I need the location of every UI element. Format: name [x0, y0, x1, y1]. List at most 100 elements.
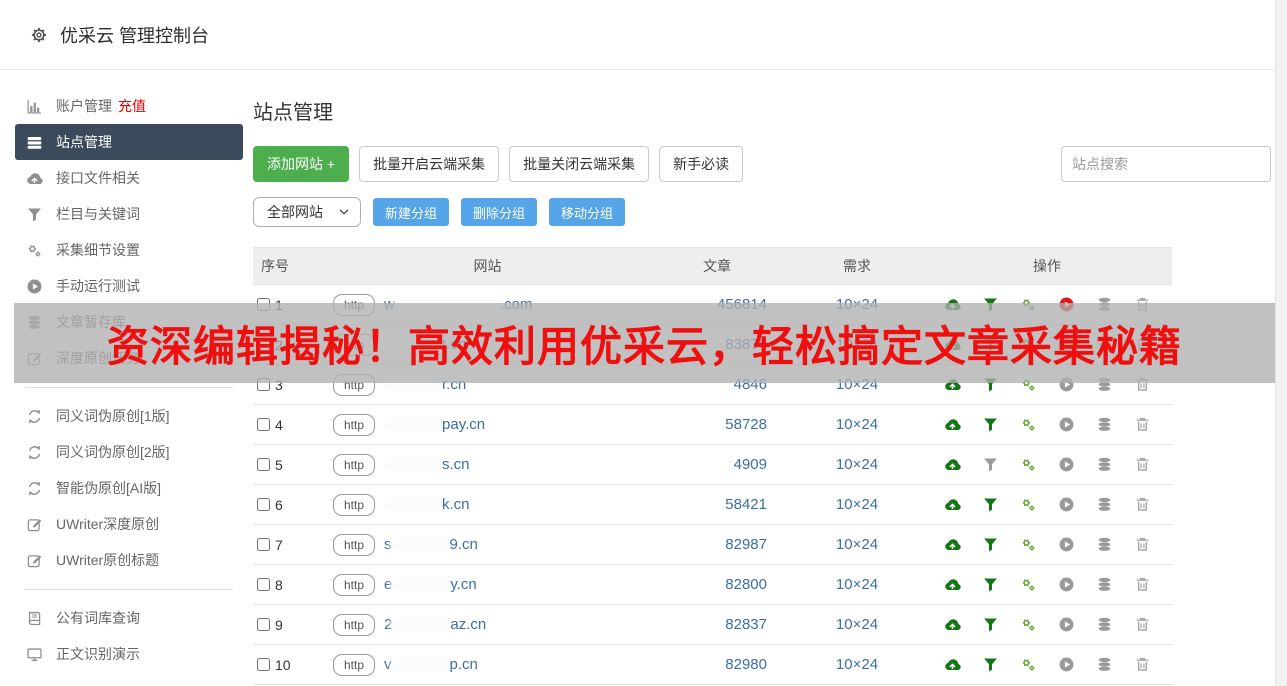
- filter-action-icon[interactable]: [982, 576, 999, 593]
- cloud-upload-action-icon[interactable]: [944, 616, 961, 633]
- run-action-icon[interactable]: [1058, 456, 1075, 473]
- database-action-icon[interactable]: [1096, 416, 1113, 433]
- database-action-icon[interactable]: [1096, 456, 1113, 473]
- table-row: 6 http k.cn 58421 10×24: [253, 485, 1172, 525]
- censored-blur: [384, 497, 442, 512]
- delete-action-icon[interactable]: [1134, 496, 1151, 513]
- site-domain-link[interactable]: s9.cn: [384, 536, 478, 553]
- move-group-button[interactable]: 移动分组: [549, 198, 625, 226]
- http-badge[interactable]: http: [333, 494, 375, 516]
- settings-action-icon[interactable]: [1020, 656, 1037, 673]
- book-icon: [26, 610, 43, 627]
- cloud-upload-action-icon[interactable]: [944, 496, 961, 513]
- cloud-upload-action-icon[interactable]: [944, 416, 961, 433]
- database-action-icon[interactable]: [1096, 576, 1113, 593]
- row-checkbox[interactable]: [257, 618, 270, 631]
- row-checkbox[interactable]: [257, 458, 270, 471]
- add-site-button[interactable]: 添加网站 +: [253, 146, 349, 182]
- http-badge[interactable]: http: [333, 534, 375, 556]
- delete-action-icon[interactable]: [1134, 416, 1151, 433]
- run-action-icon[interactable]: [1058, 576, 1075, 593]
- sidebar-item-site-management[interactable]: 站点管理: [15, 124, 243, 160]
- cloud-upload-action-icon[interactable]: [944, 456, 961, 473]
- site-domain-link[interactable]: 2az.cn: [384, 616, 486, 633]
- row-checkbox[interactable]: [257, 418, 270, 431]
- page-scroll-gutter[interactable]: [1275, 0, 1287, 686]
- filter-action-icon[interactable]: [982, 416, 999, 433]
- delete-action-icon[interactable]: [1134, 456, 1151, 473]
- sidebar-item-label: 接口文件相关: [56, 168, 140, 188]
- group-filter-select[interactable]: 全部网站: [253, 197, 361, 227]
- sidebar-item-interface-files[interactable]: 接口文件相关: [15, 160, 243, 196]
- new-group-button[interactable]: 新建分组: [373, 198, 449, 226]
- site-domain-link[interactable]: k.cn: [384, 496, 470, 513]
- run-action-icon[interactable]: [1058, 496, 1075, 513]
- demand-value: 10×24: [792, 576, 922, 593]
- sidebar-item-account[interactable]: 账户管理 充值: [15, 88, 243, 124]
- database-action-icon[interactable]: [1096, 616, 1113, 633]
- run-action-icon[interactable]: [1058, 616, 1075, 633]
- censored-blur: [392, 617, 450, 632]
- site-domain-link[interactable]: ey.cn: [384, 576, 477, 593]
- http-badge[interactable]: http: [333, 414, 375, 436]
- col-header-index: 序号: [253, 256, 333, 276]
- run-action-icon[interactable]: [1058, 656, 1075, 673]
- censored-blur: [392, 657, 450, 672]
- row-checkbox[interactable]: [257, 498, 270, 511]
- cloud-upload-action-icon[interactable]: [944, 576, 961, 593]
- cloud-upload-action-icon[interactable]: [944, 656, 961, 673]
- sidebar-item-public-lexicon[interactable]: 公有词库查询: [15, 600, 243, 636]
- sidebar-item-synonym-rewrite-1[interactable]: 同义词伪原创[1版]: [15, 398, 243, 434]
- settings-action-icon[interactable]: [1020, 416, 1037, 433]
- run-action-icon[interactable]: [1058, 536, 1075, 553]
- database-action-icon[interactable]: [1096, 536, 1113, 553]
- site-search-input[interactable]: [1061, 146, 1271, 182]
- database-action-icon[interactable]: [1096, 656, 1113, 673]
- sidebar-item-uwriter-title[interactable]: UWriter原创标题: [15, 542, 243, 578]
- sidebar-item-columns-keywords[interactable]: 栏目与关键词: [15, 196, 243, 232]
- demand-value: 10×24: [792, 656, 922, 673]
- batch-open-cloud-collect-button[interactable]: 批量开启云端采集: [359, 146, 499, 182]
- row-checkbox[interactable]: [257, 658, 270, 671]
- settings-action-icon[interactable]: [1020, 496, 1037, 513]
- filter-action-icon[interactable]: [982, 656, 999, 673]
- http-badge[interactable]: http: [333, 654, 375, 676]
- sidebar-item-synonym-rewrite-2[interactable]: 同义词伪原创[2版]: [15, 434, 243, 470]
- http-badge[interactable]: http: [333, 574, 375, 596]
- settings-action-icon[interactable]: [1020, 456, 1037, 473]
- delete-action-icon[interactable]: [1134, 656, 1151, 673]
- settings-action-icon[interactable]: [1020, 576, 1037, 593]
- http-badge[interactable]: http: [333, 454, 375, 476]
- filter-action-icon[interactable]: [982, 456, 999, 473]
- app-window: 优采云 管理控制台 账户管理 充值 站点管理 接口文件相关 栏目与关键词 采集细…: [0, 0, 1287, 686]
- filter-action-icon[interactable]: [982, 616, 999, 633]
- database-action-icon[interactable]: [1096, 496, 1113, 513]
- delete-action-icon[interactable]: [1134, 616, 1151, 633]
- settings-action-icon[interactable]: [1020, 616, 1037, 633]
- cloud-upload-action-icon[interactable]: [944, 536, 961, 553]
- beginner-guide-button[interactable]: 新手必读: [659, 146, 743, 182]
- filter-action-icon[interactable]: [982, 536, 999, 553]
- delete-group-button[interactable]: 删除分组: [461, 198, 537, 226]
- sidebar-item-ai-rewrite[interactable]: 智能伪原创[AI版]: [15, 470, 243, 506]
- row-checkbox[interactable]: [257, 538, 270, 551]
- recharge-link[interactable]: 充值: [118, 96, 146, 116]
- edit-icon: [26, 516, 43, 533]
- delete-action-icon[interactable]: [1134, 576, 1151, 593]
- sidebar-item-uwriter-deep[interactable]: UWriter深度原创: [15, 506, 243, 542]
- sidebar-item-collection-settings[interactable]: 采集细节设置: [15, 232, 243, 268]
- filter-action-icon[interactable]: [982, 496, 999, 513]
- sidebar-item-content-recognition-demo[interactable]: 正文识别演示: [15, 636, 243, 672]
- batch-close-cloud-collect-button[interactable]: 批量关闭云端采集: [509, 146, 649, 182]
- col-header-actions: 操作: [922, 256, 1172, 276]
- domain-prefix: e: [384, 576, 392, 593]
- run-action-icon[interactable]: [1058, 416, 1075, 433]
- delete-action-icon[interactable]: [1134, 536, 1151, 553]
- site-domain-link[interactable]: pay.cn: [384, 416, 485, 433]
- settings-action-icon[interactable]: [1020, 536, 1037, 553]
- sidebar-item-manual-run-test[interactable]: 手动运行测试: [15, 268, 243, 304]
- http-badge[interactable]: http: [333, 614, 375, 636]
- row-checkbox[interactable]: [257, 578, 270, 591]
- site-domain-link[interactable]: vp.cn: [384, 656, 478, 673]
- site-domain-link[interactable]: s.cn: [384, 456, 470, 473]
